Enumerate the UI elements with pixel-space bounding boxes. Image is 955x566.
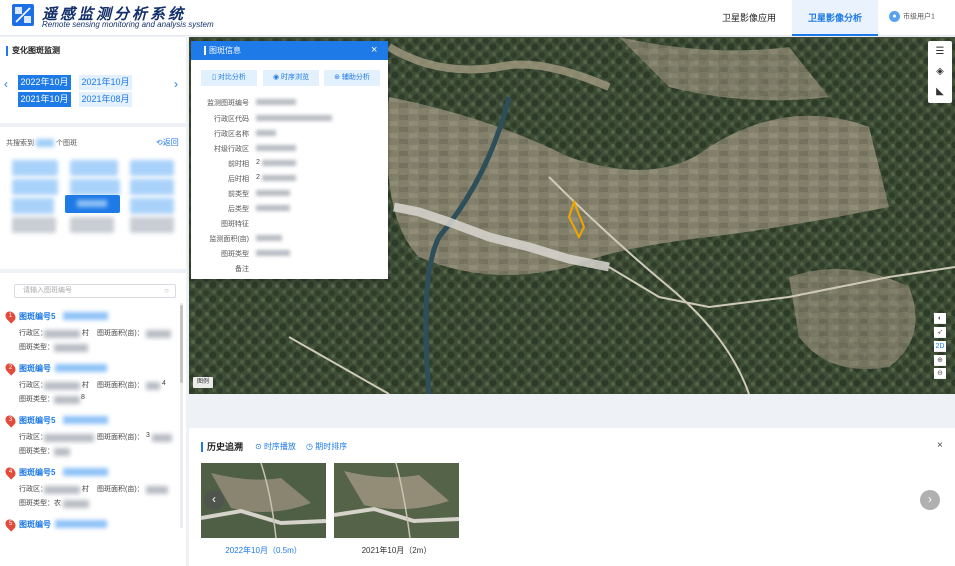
close-icon[interactable]: × (937, 440, 943, 451)
category-tag[interactable] (70, 217, 114, 233)
history-title: 历史追溯 (201, 442, 243, 452)
item-title: 图斑编号5 (19, 468, 56, 477)
category-tag[interactable] (130, 217, 174, 233)
field-row: 后类型 (191, 204, 388, 219)
layers-icon[interactable]: ◈ (932, 65, 948, 79)
type-label: 图斑类型： (19, 344, 54, 351)
date-2021-10-a[interactable]: 2021年10月 (79, 75, 132, 90)
category-tag[interactable] (70, 179, 120, 195)
thumbnail-imagery (334, 463, 459, 538)
field-row: 行政区名称 (191, 129, 388, 144)
field-row: 行政区代码 (191, 114, 388, 129)
date-2022-10-a[interactable]: 2022年10月 (18, 75, 71, 90)
user-avatar-icon: ● (889, 11, 900, 22)
category-tag[interactable] (130, 198, 174, 214)
list-item[interactable]: 1 图斑编号5 行政区： 村 图斑面积(亩)： 图斑类型： (0, 309, 180, 361)
app-subtitle: Remote sensing monitoring and analysis s… (42, 20, 214, 29)
mode-2d-button[interactable]: 2D (934, 341, 946, 352)
list-item[interactable]: 5 图斑编号 (0, 517, 180, 535)
category-tag[interactable] (130, 160, 174, 176)
locate-icon[interactable]: ➶ (934, 327, 946, 338)
left-panel: 变化图斑监测 ‹ › 2022年10月 2021年10月 2021年10月 20… (0, 37, 186, 566)
item-title: 图斑编号5 (19, 312, 56, 321)
thumbnail-caption: 2021年10月（2m） (361, 546, 432, 555)
list-item[interactable]: 4 图斑编号5 行政区： 村 图斑面积(亩)： 图斑类型： 农 (0, 465, 180, 517)
region-label: 行政区： (19, 330, 47, 337)
date-2021-10-b[interactable]: 2021年10月 (18, 92, 71, 107)
legend-button[interactable]: 图例 (193, 377, 213, 388)
category-tag[interactable] (12, 217, 56, 233)
list-icon[interactable]: ☰ (932, 45, 948, 59)
date-next-icon[interactable]: › (174, 77, 178, 91)
measure-icon[interactable]: ◣ (932, 85, 948, 99)
category-tag[interactable] (12, 198, 54, 214)
user-name: 市级用户1 (903, 13, 935, 21)
category-tag-selected[interactable] (65, 195, 120, 213)
plot-info-popup: 图斑信息 × ▯ 对比分析 ◉ 时序浏览 ⊛ 辅助分析 监测图斑编号 行政区代码… (191, 41, 388, 279)
list-scrollbar-thumb[interactable] (180, 305, 183, 383)
category-tag[interactable] (130, 179, 174, 195)
date-2021-08[interactable]: 2021年08月 (79, 92, 132, 107)
logo-icon (12, 4, 34, 26)
compass-icon[interactable]: ◐ (934, 313, 946, 324)
field-row: 前类型 (191, 189, 388, 204)
divider (0, 269, 186, 273)
compare-analysis-button[interactable]: ▯ 对比分析 (201, 70, 257, 86)
user-menu[interactable]: ● 市级用户1 (889, 11, 935, 22)
item-title: 图斑编号 (19, 364, 51, 373)
field-row: 前时相 2 (191, 159, 388, 174)
time-sort-button[interactable]: ◷ 期时排序 (306, 441, 347, 452)
history-prev-icon[interactable]: ‹ (204, 490, 224, 510)
map-toolbar: ☰ ◈ ◣ (928, 41, 952, 103)
thumbnail-caption: 2022年10月（0.5m） (225, 546, 302, 555)
list-item[interactable]: 3 图斑编号5 行政区： 图斑面积(亩)： 3 图斑类型： (0, 413, 180, 465)
field-row: 图斑特征 (221, 221, 249, 228)
field-row: 后时相 2 (191, 174, 388, 189)
nav-satellite-application[interactable]: 卫星影像应用 (706, 0, 792, 36)
field-row: 备注 (235, 266, 249, 273)
history-next-icon[interactable]: › (920, 490, 940, 510)
nav-satellite-analysis[interactable]: 卫星影像分析 (792, 0, 878, 36)
back-button[interactable]: ⟲返回 (156, 137, 179, 148)
zoom-out-icon[interactable]: ⊖ (934, 368, 946, 379)
divider (0, 123, 186, 127)
field-row: 监测面积(亩) (191, 234, 388, 249)
popup-title: 图斑信息 (204, 46, 241, 55)
popup-header: 图斑信息 × (191, 41, 388, 60)
timeline-browse-button[interactable]: ◉ 时序浏览 (263, 70, 319, 86)
category-tag[interactable] (12, 160, 58, 176)
history-thumbnail[interactable] (334, 463, 459, 538)
search-count: 共搜索到 个图斑 (6, 139, 77, 148)
field-row: 图斑类型 (191, 249, 388, 264)
search-icon[interactable]: ○ (164, 286, 169, 295)
item-title: 图斑编号 (19, 520, 51, 529)
field-row: 村级行政区 (191, 144, 388, 159)
history-panel: 历史追溯 ⊙ 时序播放 ◷ 期时排序 × 2022年10月（0.5m） 2021… (189, 428, 955, 566)
list-item[interactable]: 2 图斑编号 行政区： 村 图斑面积(亩)： 4 图斑类型： 8 (0, 361, 180, 413)
field-row: 监测图斑编号 (191, 98, 388, 113)
date-prev-icon[interactable]: ‹ (4, 77, 8, 91)
category-tag[interactable] (70, 160, 118, 176)
section-title: 变化图斑监测 (6, 46, 60, 56)
timeline-play-button[interactable]: ⊙ 时序播放 (255, 441, 296, 452)
category-tag[interactable] (12, 179, 58, 195)
assist-analysis-button[interactable]: ⊛ 辅助分析 (324, 70, 380, 86)
top-header: 遥感监测分析系统 Remote sensing monitoring and a… (0, 0, 955, 36)
item-title: 图斑编号5 (19, 416, 56, 425)
close-icon[interactable]: × (371, 44, 377, 56)
zoom-in-icon[interactable]: ⊕ (934, 355, 946, 366)
area-label: 图斑面积(亩)： (97, 330, 144, 337)
search-input[interactable]: 请输入图斑编号 (14, 284, 176, 298)
